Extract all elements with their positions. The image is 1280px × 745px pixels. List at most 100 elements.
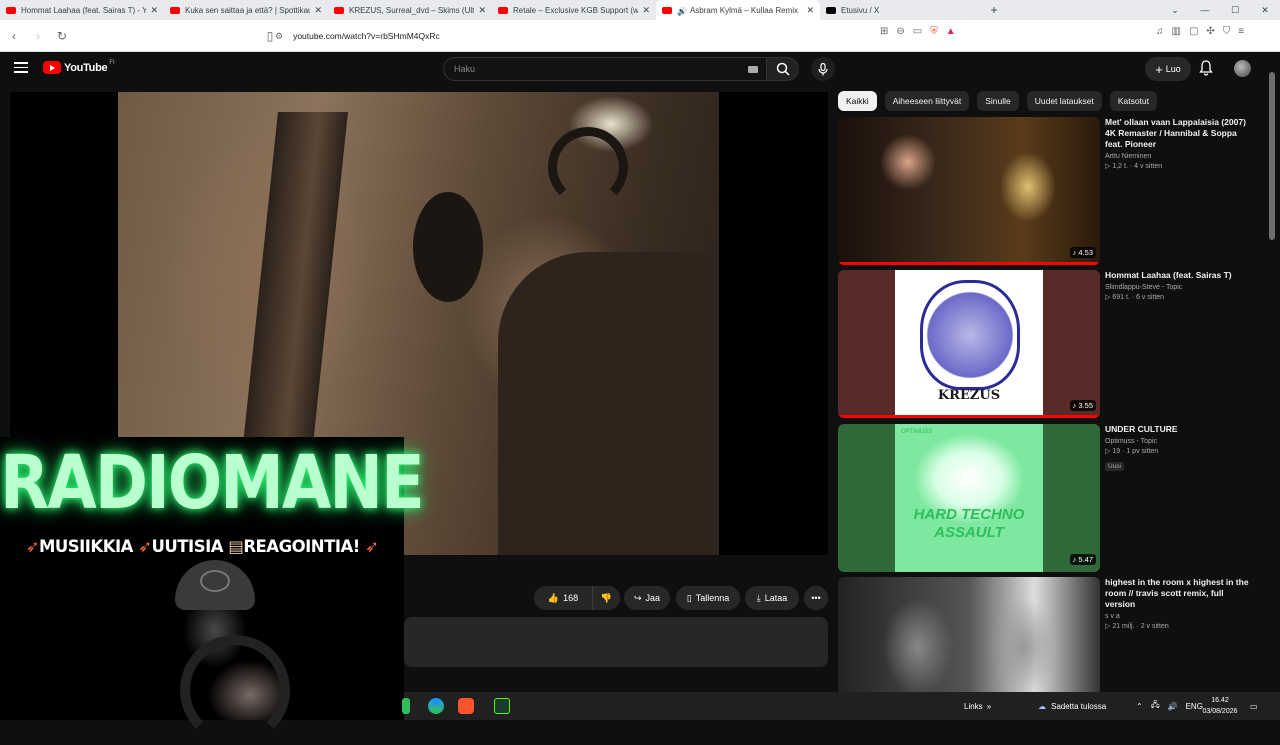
browser-tab[interactable]: Etusivu / X (820, 0, 984, 20)
close-tab-icon[interactable]: ✕ (642, 5, 650, 16)
video-title[interactable]: Hommat Laahaa (feat. Sairas T) (1105, 270, 1255, 281)
new-tab-button[interactable]: + (984, 0, 1004, 20)
channel-name[interactable]: s v a (1105, 613, 1255, 620)
clock[interactable]: 16.42 03/08/2026 (1197, 695, 1243, 717)
youtube-play-icon (43, 61, 61, 74)
album-art: KREZUS (895, 270, 1043, 418)
search-button[interactable] (767, 57, 799, 81)
brave-rewards-icon[interactable]: ▲ (946, 26, 956, 37)
close-tab-icon[interactable]: ✕ (150, 5, 158, 16)
browser-tab[interactable]: KREZUS, Surreal_dvd – Skims (Ultra Slowe… (328, 0, 492, 20)
recommendation-item[interactable]: KREZUS ♪ 3.55 Hommat Laahaa (feat. Saira… (838, 270, 1258, 418)
browser-tab[interactable]: Hommat Laahaa (feat. Sairas T) - YouTube… (0, 0, 164, 20)
chip-recently-uploaded[interactable]: Uudet lataukset (1026, 91, 1102, 111)
youtube-favicon-icon (498, 6, 508, 14)
notification-center-icon[interactable]: ▭ (1250, 692, 1258, 720)
menu-icon[interactable]: ≡ (1238, 26, 1244, 37)
zoom-icon[interactable]: ⊖ (896, 26, 904, 37)
close-window-icon[interactable]: ✕ (1250, 0, 1280, 20)
watch-progress-bar (838, 262, 1100, 265)
avatar[interactable] (1234, 60, 1251, 77)
recommendation-item[interactable]: OPTIMUSS HARD TECHNO ASSAULT ♪ 5.47 UNDE… (838, 424, 1258, 572)
scrollbar-thumb[interactable] (1269, 72, 1275, 240)
weather-widget[interactable]: ☁ Sadetta tulossa (1038, 692, 1106, 720)
close-tab-icon[interactable]: ✕ (314, 5, 322, 16)
network-icon[interactable]: 🖧 (1151, 699, 1160, 713)
volume-icon[interactable]: 🔊 (1168, 702, 1178, 711)
browser-tab-strip: Hommat Laahaa (feat. Sairas T) - YouTube… (0, 0, 1280, 20)
search-input[interactable]: Haku (443, 57, 767, 81)
close-tab-icon[interactable]: ✕ (806, 5, 814, 16)
x-favicon-icon (826, 6, 836, 14)
minimize-icon[interactable]: — (1190, 0, 1220, 20)
back-icon[interactable]: ‹ (4, 29, 24, 43)
notifications-bell-icon[interactable] (1199, 60, 1213, 81)
links-toolbar[interactable]: Links » (964, 692, 991, 720)
channel-name[interactable]: Arttu Nieminen (1105, 153, 1255, 160)
browser-extensions: ♫ ▥ ▢ ✣ ⛉ ≡ (1156, 26, 1244, 37)
video-title[interactable]: UNDER CULTURE (1105, 424, 1255, 435)
page-scrollbar[interactable] (1268, 52, 1276, 692)
dislike-button[interactable]: 👎 (592, 586, 620, 610)
share-button[interactable]: ↪ Jaa (624, 586, 670, 610)
streaming-app-icon[interactable] (494, 698, 510, 714)
maximize-icon[interactable]: ☐ (1220, 0, 1250, 20)
recommendation-item[interactable]: highest in the room x highest in the roo… (838, 577, 1258, 692)
video-title[interactable]: Met' ollaan vaan Lappalaisia (2007) 4K R… (1105, 117, 1255, 150)
download-button[interactable]: ⤓ Lataa (745, 586, 799, 610)
extensions-icon[interactable]: ✣ (1206, 26, 1214, 37)
forward-icon[interactable]: › (28, 29, 48, 43)
vpn-icon[interactable]: ⛉ (1223, 26, 1231, 37)
share-icon: ↪ (633, 592, 642, 603)
keyboard-icon[interactable] (748, 66, 758, 73)
hamburger-menu-icon[interactable] (14, 62, 28, 74)
description-box[interactable] (404, 617, 828, 667)
app-icon[interactable] (402, 698, 410, 714)
brave-icon[interactable] (458, 698, 474, 714)
brave-shield-icon[interactable]: ⛨ (930, 26, 938, 37)
close-tab-icon[interactable]: ✕ (478, 5, 486, 16)
browser-tab[interactable]: Kuka sen saittaa ja että? | Spottikauppa… (164, 0, 328, 20)
video-thumbnail[interactable] (838, 577, 1100, 692)
youtube-favicon-icon (334, 6, 344, 14)
translate-icon[interactable]: ⊞ (880, 26, 888, 37)
sidebar-icon[interactable]: ▥ (1172, 26, 1181, 37)
microphone-icon (818, 62, 828, 75)
channel-name[interactable]: Optimuss - Topic (1105, 438, 1255, 445)
browser-tab-title: Retale – Exclusive KGB Support (w/ Scum) (513, 5, 639, 15)
video-thumbnail[interactable]: OPTIMUSS HARD TECHNO ASSAULT ♪ 5.47 (838, 424, 1100, 572)
webcam-feed (120, 555, 320, 745)
chip-for-you[interactable]: Sinulle (977, 91, 1019, 111)
site-info-icon[interactable]: ⚙ (275, 31, 283, 42)
recommendation-item[interactable]: ♪ 4.53 Met' ollaan vaan Lappalaisia (200… (838, 117, 1258, 265)
person-silhouette (498, 252, 719, 555)
chip-watched[interactable]: Katsotut (1109, 91, 1157, 111)
chip-all[interactable]: Kaikki (838, 91, 877, 111)
voice-search-button[interactable] (811, 57, 835, 81)
save-button[interactable]: ▯ Tallenna (676, 586, 740, 610)
chevron-down-icon[interactable]: ⌄ (1160, 0, 1190, 20)
channel-name[interactable]: Slimdlappu-Steve - Topic (1105, 284, 1255, 291)
download-icon: ⤓ (756, 592, 761, 603)
video-thumbnail[interactable]: KREZUS ♪ 3.55 (838, 270, 1100, 418)
edge-icon[interactable] (428, 698, 444, 714)
youtube-logo[interactable]: YouTube FI (43, 60, 115, 74)
browser-tab[interactable]: Retale – Exclusive KGB Support (w/ Scum)… (492, 0, 656, 20)
omnibox-actions: ⊞ ⊖ ▭ ⛨ ▲ (880, 26, 956, 37)
create-button[interactable]: + Luo (1145, 57, 1191, 81)
video-thumbnail[interactable]: ♪ 4.53 (838, 117, 1100, 265)
browser-tab-active[interactable]: 🔊 Asbram Kylmä – Kullaa Remix ✕ (656, 0, 820, 20)
like-button[interactable]: 👍 168 (534, 586, 592, 610)
wallet-icon[interactable]: ▢ (1189, 26, 1198, 37)
view-stats: ▷ 21 milj. · 2 v sitten (1105, 623, 1169, 630)
music-icon[interactable]: ♫ (1156, 26, 1164, 37)
chevron-up-icon[interactable]: ⌃ (1136, 702, 1143, 711)
chip-related[interactable]: Aiheeseen liittyvät (884, 91, 970, 111)
bookmark-icon: ▯ (686, 592, 692, 603)
video-title[interactable]: highest in the room x highest in the roo… (1105, 577, 1255, 610)
reload-icon[interactable]: ↻ (52, 29, 72, 43)
cast-icon[interactable]: ▭ (913, 26, 922, 37)
more-actions-button[interactable]: ••• (804, 586, 828, 610)
album-art: OPTIMUSS HARD TECHNO ASSAULT (895, 424, 1043, 572)
speaker-icon[interactable]: 🔊 (677, 7, 687, 16)
